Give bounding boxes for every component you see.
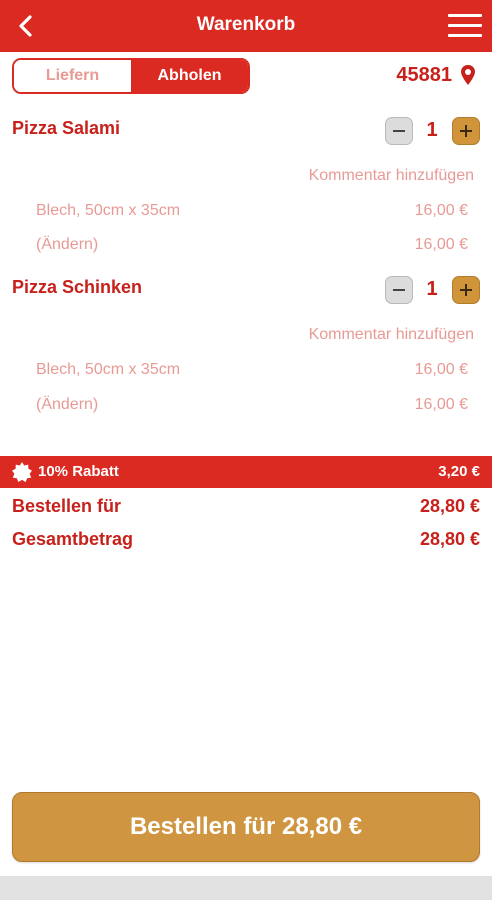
app-header: Warenkorb bbox=[0, 0, 492, 52]
add-comment-link[interactable]: Kommentar hinzufügen bbox=[309, 167, 474, 185]
page-title: Warenkorb bbox=[196, 14, 296, 35]
increase-quantity-button[interactable] bbox=[452, 117, 480, 145]
delivery-mode-toggle: Liefern Abholen bbox=[12, 58, 250, 94]
item-option-label: Blech, 50cm x 35cm bbox=[36, 202, 181, 219]
item-option-label: Blech, 50cm x 35cm bbox=[36, 361, 181, 378]
change-option-link[interactable]: (Ändern) bbox=[36, 396, 98, 414]
decrease-quantity-button[interactable] bbox=[385, 117, 413, 145]
item-option-price: 16,00 € bbox=[414, 396, 468, 413]
add-comment-link[interactable]: Kommentar hinzufügen bbox=[309, 326, 474, 344]
bottom-bar bbox=[0, 876, 492, 900]
location-pin-icon[interactable] bbox=[460, 64, 476, 86]
quantity-value: 1 bbox=[426, 119, 438, 141]
order-for-label: Bestellen für bbox=[12, 496, 122, 516]
order-for-value: 28,80 € bbox=[419, 496, 480, 516]
decrease-quantity-button[interactable] bbox=[385, 276, 413, 304]
change-option-link[interactable]: (Ändern) bbox=[36, 236, 98, 254]
grand-total-value: 28,80 € bbox=[419, 529, 480, 549]
grand-total-label: Gesamtbetrag bbox=[12, 529, 134, 549]
toggle-abholen[interactable]: Abholen bbox=[131, 60, 248, 92]
hamburger-menu-icon[interactable] bbox=[448, 14, 482, 38]
discount-label: 10% Rabatt bbox=[38, 463, 119, 480]
increase-quantity-button[interactable] bbox=[452, 276, 480, 304]
discount-amount: 3,20 € bbox=[438, 463, 480, 480]
item-option-price: 16,00 € bbox=[414, 361, 468, 378]
toggle-liefern[interactable]: Liefern bbox=[14, 60, 131, 92]
zip-code[interactable]: 45881 bbox=[396, 64, 452, 87]
quantity-value: 1 bbox=[426, 278, 438, 300]
place-order-button[interactable]: Bestellen für 28,80 € bbox=[12, 792, 480, 862]
badge-star-icon bbox=[12, 462, 32, 482]
cart-item-name: Pizza Schinken bbox=[12, 277, 143, 297]
item-option-price: 16,00 € bbox=[414, 236, 468, 253]
cart-item-name: Pizza Salami bbox=[12, 118, 121, 138]
item-option-price: 16,00 € bbox=[414, 202, 468, 219]
discount-bar: 10% Rabatt 3,20 € bbox=[0, 456, 492, 488]
